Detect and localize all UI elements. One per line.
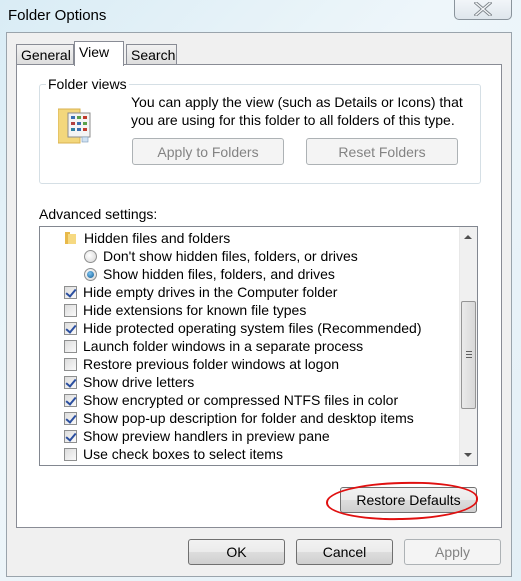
tab-general[interactable]: General [16, 44, 74, 65]
reset-folders-button[interactable]: Reset Folders [306, 138, 458, 165]
scroll-down-arrow-icon[interactable] [464, 453, 472, 457]
close-icon [474, 1, 492, 16]
list-item[interactable]: Hide empty drives in the Computer folder [64, 283, 337, 301]
folder-views-icon [58, 108, 91, 144]
checkbox[interactable] [64, 411, 77, 425]
grip-line [466, 357, 472, 358]
list-item-dont-show-hidden[interactable]: Don't show hidden files, folders, or dri… [84, 247, 358, 265]
radio-show-hidden[interactable] [84, 267, 97, 281]
tab-view[interactable]: View [74, 41, 124, 66]
list-item-label: Restore previous folder windows at logon [83, 356, 340, 372]
grip-line [466, 351, 472, 352]
list-item[interactable]: Hide extensions for known file types [64, 301, 306, 319]
radio-dont-show-hidden[interactable] [84, 249, 97, 263]
list-item-hidden-files-folder: Hidden files and folders [64, 229, 230, 247]
list-item-label: Show preview handlers in preview pane [83, 428, 330, 444]
checkbox[interactable] [64, 285, 77, 299]
checkbox[interactable] [64, 375, 77, 389]
list-item-label: Hide empty drives in the Computer folder [83, 284, 338, 300]
list-item-label: Hidden files and folders [84, 230, 231, 246]
checkbox[interactable] [64, 429, 77, 443]
apply-button[interactable]: Apply [404, 539, 501, 565]
checkbox[interactable] [64, 303, 77, 317]
list-item[interactable]: Show preview handlers in preview pane [64, 427, 330, 445]
list-item[interactable]: Show encrypted or compressed NTFS files … [64, 391, 398, 409]
list-item[interactable]: Launch folder windows in a separate proc… [64, 337, 363, 355]
checkbox[interactable] [64, 357, 77, 371]
list-item-label: Show pop-up description for folder and d… [83, 410, 414, 426]
advanced-settings-label: Advanced settings: [39, 206, 158, 222]
cancel-button[interactable]: Cancel [296, 539, 393, 565]
grip-line [466, 354, 472, 355]
list-item-label: Hide protected operating system files (R… [83, 320, 422, 336]
ok-button[interactable]: OK [188, 539, 285, 565]
list-item-label: Show hidden files, folders, and drives [103, 266, 335, 282]
list-item-label: Show drive letters [83, 374, 195, 390]
scroll-thumb[interactable] [461, 301, 476, 409]
list-item-label: Hide extensions for known file types [83, 302, 307, 318]
checkbox[interactable] [64, 393, 77, 407]
checkbox[interactable] [64, 339, 77, 353]
list-item[interactable]: Show pop-up description for folder and d… [64, 409, 414, 427]
list-item-label: Use check boxes to select items [83, 446, 283, 462]
checkbox[interactable] [64, 447, 77, 461]
checkbox[interactable] [64, 466, 77, 467]
list-item-label: Show encrypted or compressed NTFS files … [83, 392, 399, 408]
restore-defaults-button[interactable]: Restore Defaults [340, 487, 477, 513]
window-title: Folder Options [8, 7, 107, 24]
folder-icon [65, 232, 76, 244]
list-scrollbar[interactable] [459, 227, 477, 465]
checkbox[interactable] [64, 321, 77, 335]
list-item-label: Don't show hidden files, folders, or dri… [103, 248, 358, 264]
list-item[interactable]: Hide protected operating system files (R… [64, 319, 422, 337]
list-item[interactable]: Use check boxes to select items [64, 445, 283, 463]
close-button[interactable] [454, 0, 512, 20]
list-item-show-hidden[interactable]: Show hidden files, folders, and drives [84, 265, 335, 283]
scroll-up-arrow-icon[interactable] [464, 235, 472, 239]
tab-search[interactable]: Search [126, 44, 177, 65]
folder-views-description: You can apply the view (such as Details … [131, 94, 463, 128]
list-item[interactable]: Show drive letters [64, 373, 194, 391]
list-item-partial [64, 463, 83, 467]
list-item-label: Launch folder windows in a separate proc… [83, 338, 364, 354]
folder-views-legend: Folder views [46, 76, 129, 92]
list-item[interactable]: Restore previous folder windows at logon [64, 355, 339, 373]
apply-to-folders-button[interactable]: Apply to Folders [132, 138, 284, 165]
advanced-settings-list[interactable]: Hidden files and folders Don't show hidd… [39, 226, 478, 466]
